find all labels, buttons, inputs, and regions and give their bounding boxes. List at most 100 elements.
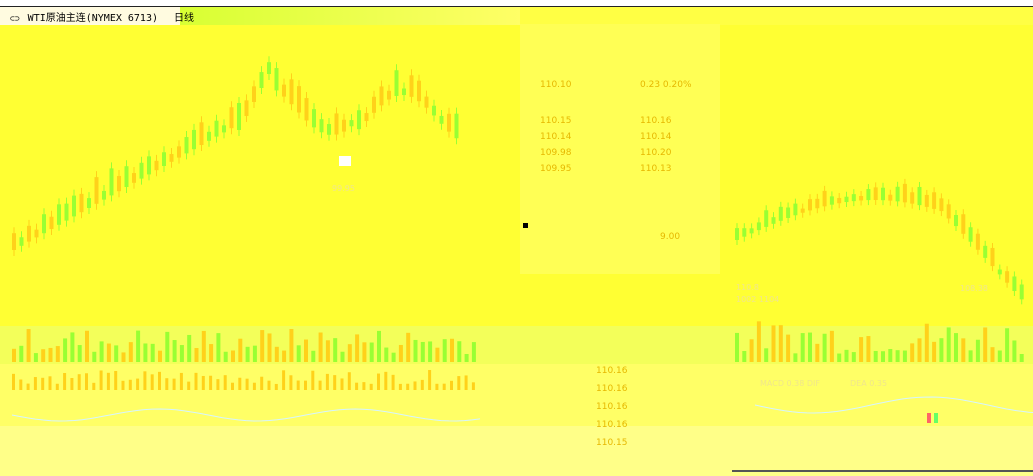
indicator-bar [41,377,45,390]
candle-body [304,98,309,121]
indicator-bar [143,371,147,390]
indicator-bar [99,370,103,390]
volume-bar [384,347,389,362]
volume-bar [289,328,294,362]
volume-bar [749,339,754,362]
volume-bar [829,330,834,362]
volume-bar [26,329,31,362]
candle-body [177,146,181,158]
volume-bar [172,340,177,362]
indicator-bar [216,379,220,390]
indicator-bar [384,371,388,390]
candle-body [815,198,820,209]
volume-bar [252,345,257,362]
candle-body [64,203,69,221]
volume-bar [165,331,170,362]
volume-bar [442,339,447,362]
candle-body [214,120,219,137]
volume-bar [304,339,308,362]
candle-body [27,225,31,242]
candle-body [742,228,747,237]
volume-bar [143,343,148,362]
candle-body [334,113,339,135]
candle-body [19,237,24,246]
candle-body [87,198,91,208]
volume-bar [1019,353,1024,362]
candle-body [946,204,951,219]
indicator-bar [85,373,88,390]
volume-bar [274,346,279,362]
candle-body [372,96,376,113]
candle-body [49,216,54,229]
indicator-bar [165,378,169,390]
volume-bar [917,338,922,362]
candle-body [229,107,234,129]
candle-body [939,198,944,212]
candle-body [735,228,739,240]
volume-bar [954,333,958,362]
indicator-bar [362,382,366,390]
indicator-bar [289,375,293,390]
indicator-marker [927,413,931,423]
candle-body [859,196,864,201]
candle-body [252,86,256,102]
candle-body [997,269,1002,275]
volume-bar [12,348,16,362]
candle-body [829,196,834,205]
indicator-bar [245,378,249,390]
candle-body [1012,276,1017,292]
candle-body [109,168,114,196]
candle-body [954,215,958,227]
volume-bar [121,352,126,362]
indicator-bar [296,380,300,390]
right-info-label: 1002 1104 [736,295,780,304]
indicator-bar [355,382,359,390]
volume-bar [33,353,38,362]
indicator-bar [318,380,322,390]
volume-bar [106,343,111,362]
indicator-bar [231,382,234,390]
indicator-bar [114,370,118,390]
indicator-value: 110.15 [596,438,628,448]
indicator-bar [457,376,461,390]
quote-row-label: 109.95 [540,164,572,174]
indicator-bar [420,379,424,390]
volume-bar [398,344,403,362]
candle-body [154,160,159,171]
volume-bar [932,341,937,362]
quote-bottom-value: 9.00 [660,232,681,242]
volume-bar [881,351,885,362]
volume-bar [355,334,360,362]
candle-body [756,222,761,231]
volume-bar [267,333,272,362]
quote-row-label: 110.14 [540,132,572,142]
volume-bar [282,350,287,362]
indicator-bar [179,372,183,390]
indicator-bar [121,380,125,390]
candle-body [199,122,204,145]
indicator-value: 110.16 [596,384,628,394]
volume-bar [946,327,951,362]
quote-row-value: 110.14 [640,132,672,142]
volume-bar [851,352,856,362]
indicator-bar [340,378,344,390]
volume-bar [822,333,827,362]
candle-body [169,154,174,162]
candle-body [454,113,459,139]
candle-body [79,193,84,213]
volume-bar [808,332,812,362]
volume-bar [77,345,82,362]
candle-body [844,196,849,203]
candle-body [932,192,937,209]
volume-bar [318,332,323,362]
volume-bar [815,343,820,362]
candle-body [990,247,995,267]
candle-body [851,194,856,202]
volume-bar [1005,328,1010,362]
volume-bar [369,342,374,362]
candle-body [42,214,46,234]
candle-body [379,86,384,106]
indicator-bar [304,380,307,390]
candle-body [259,72,264,88]
indicator-bar [369,383,373,390]
